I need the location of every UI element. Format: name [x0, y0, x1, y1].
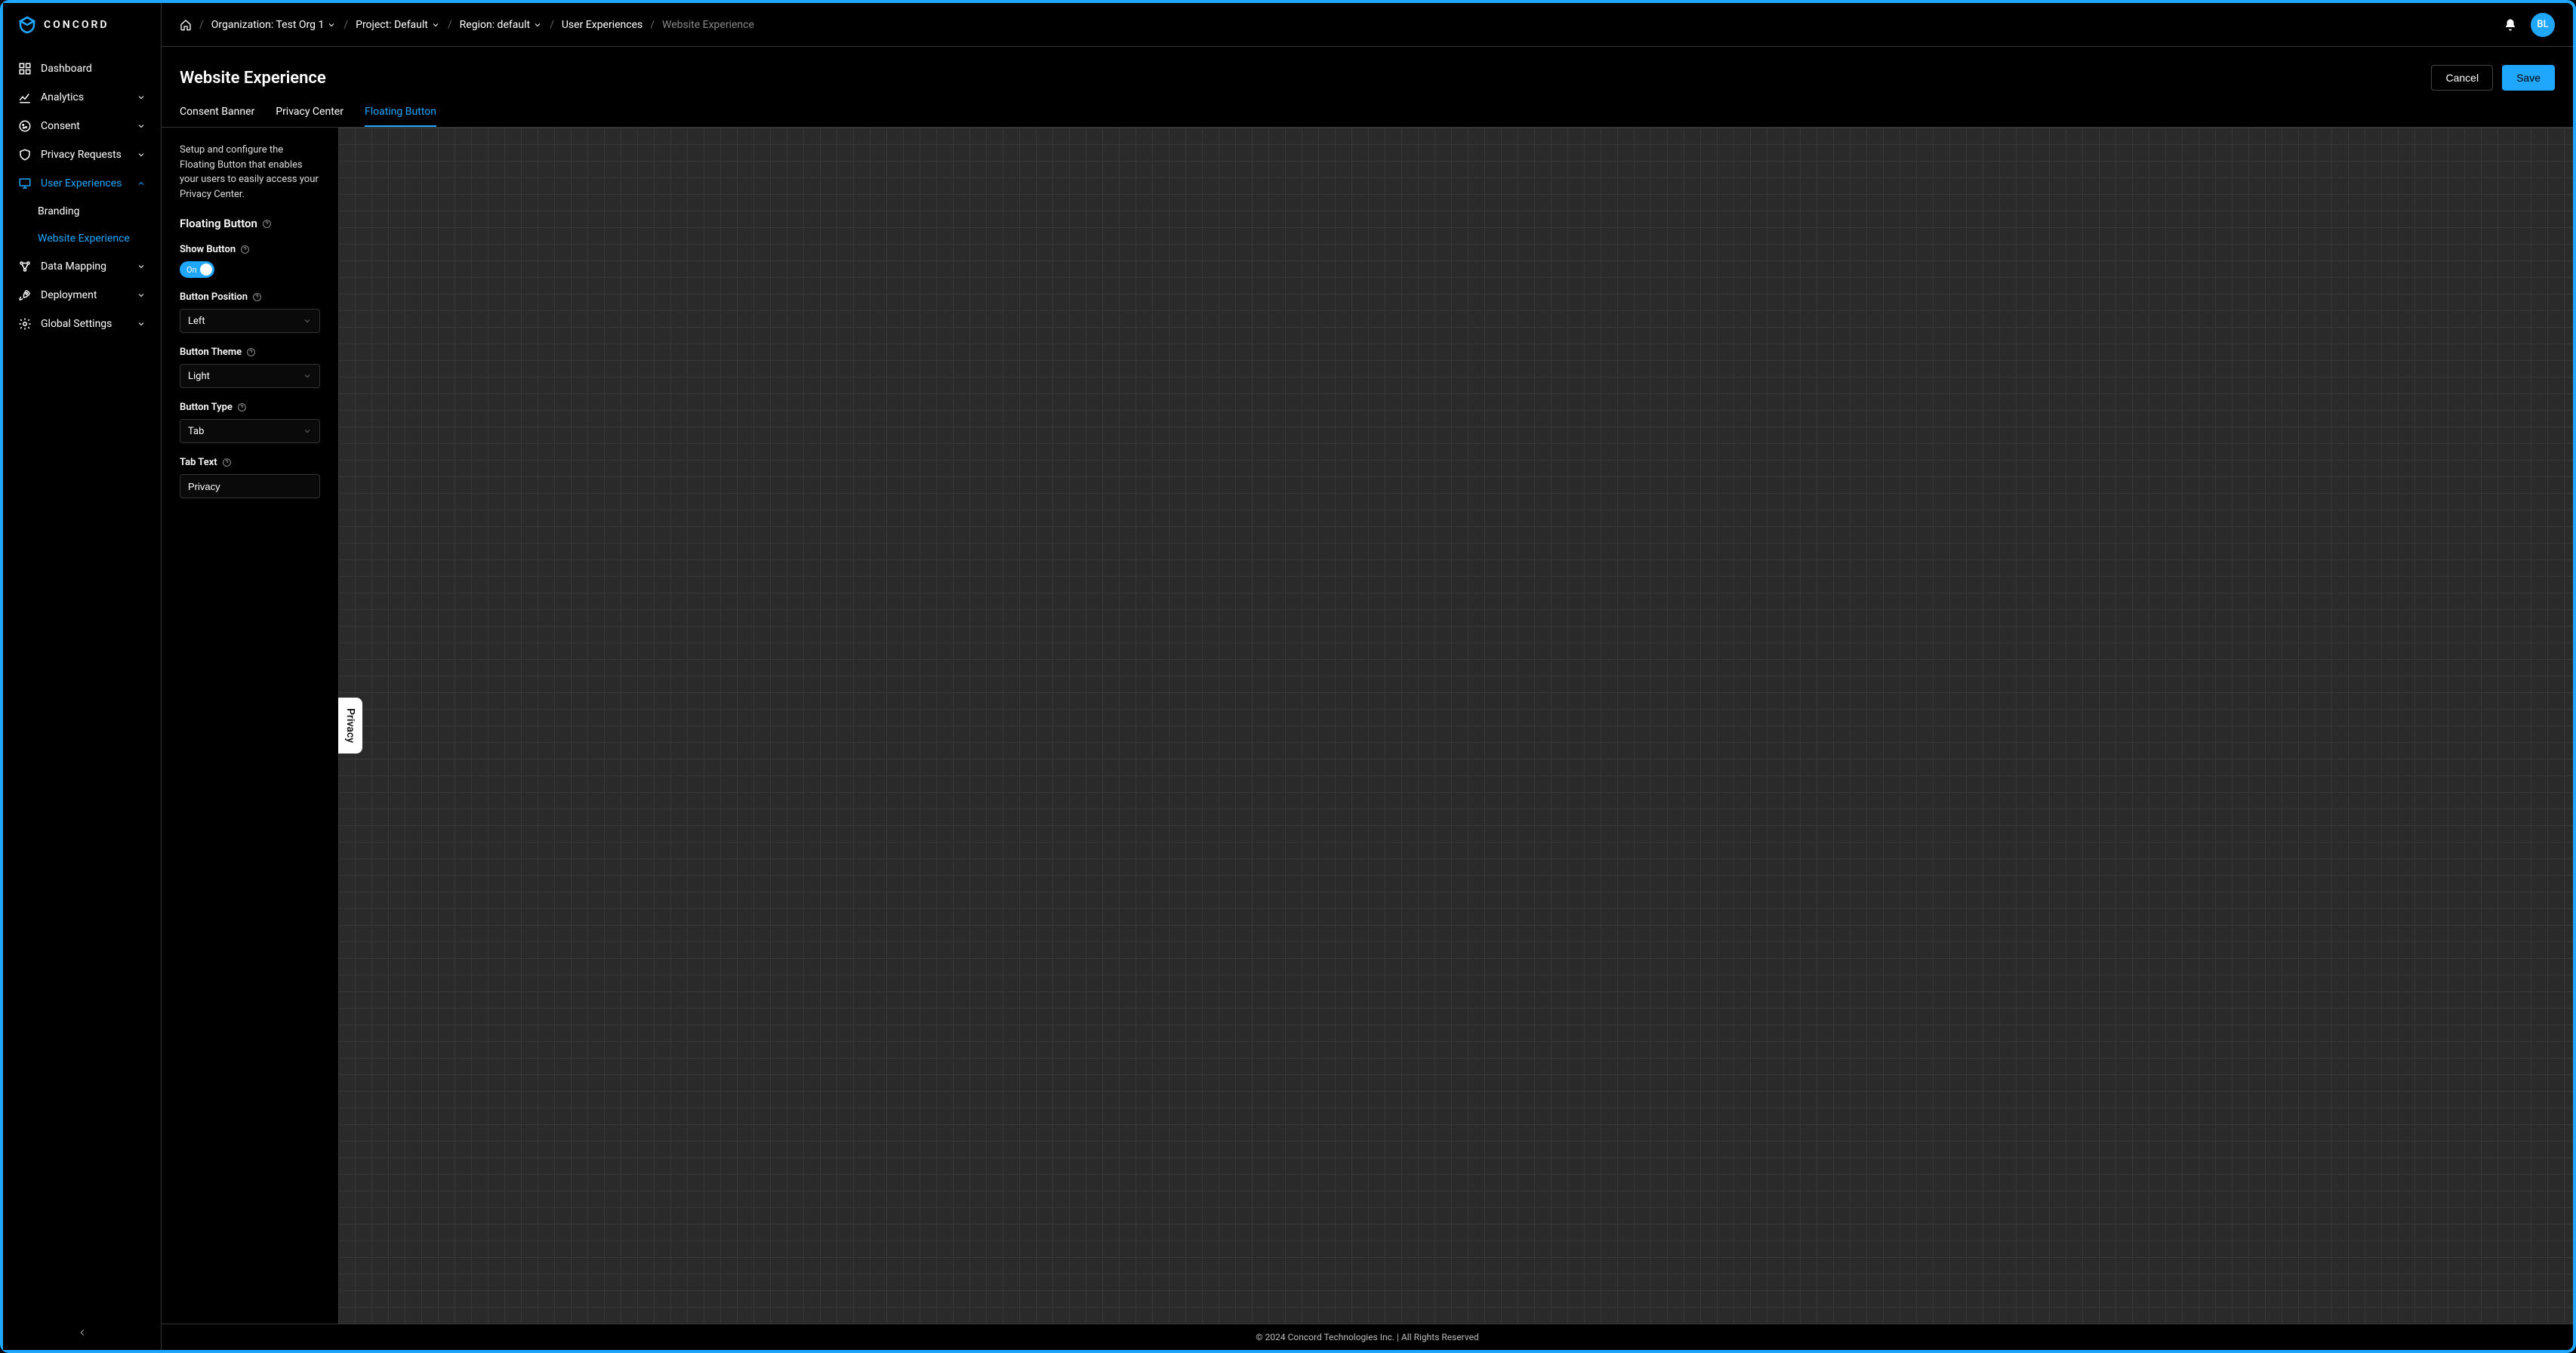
sidebar-item-deployment[interactable]: Deployment — [3, 281, 161, 310]
preview-canvas: Privacy — [338, 128, 2573, 1324]
sidebar-item-analytics[interactable]: Analytics — [3, 83, 161, 112]
floating-privacy-tab[interactable]: Privacy — [338, 698, 362, 754]
breadcrumb-region[interactable]: Region: default — [460, 19, 542, 31]
breadcrumb: / Organization: Test Org 1 / Project: De… — [180, 19, 2504, 31]
sidebar-collapse-button[interactable] — [3, 1318, 161, 1350]
chevron-down-icon — [137, 93, 146, 102]
show-button-toggle[interactable]: On — [180, 261, 214, 278]
page-title: Website Experience — [180, 69, 326, 88]
topbar: / Organization: Test Org 1 / Project: De… — [162, 3, 2573, 47]
sidebar-item-consent[interactable]: Consent — [3, 112, 161, 140]
sidebar-item-label: Consent — [41, 120, 80, 132]
user-avatar[interactable]: BL — [2531, 13, 2555, 37]
cookie-icon — [18, 119, 32, 133]
button-theme-label: Button Theme — [180, 347, 320, 358]
help-icon[interactable] — [246, 347, 256, 357]
config-description: Setup and configure the Floating Button … — [180, 143, 320, 202]
logo-text: CONCORD — [44, 19, 109, 31]
gear-icon — [18, 317, 32, 331]
tab-text-input[interactable] — [180, 474, 320, 498]
breadcrumb-section[interactable]: User Experiences — [562, 19, 642, 31]
help-icon[interactable] — [237, 402, 247, 412]
shield-icon — [18, 148, 32, 162]
breadcrumb-home[interactable] — [180, 19, 192, 31]
show-button-label: Show Button — [180, 244, 320, 255]
chevron-down-icon — [303, 316, 312, 325]
sidebar-subitem-website-experience[interactable]: Website Experience — [38, 225, 161, 252]
tab-text-label: Tab Text — [180, 457, 320, 468]
button-type-label: Button Type — [180, 402, 320, 413]
sidebar-item-label: Dashboard — [41, 63, 92, 75]
footer: © 2024 Concord Technologies Inc. | All R… — [162, 1324, 2573, 1350]
sidebar-subitem-branding[interactable]: Branding — [38, 198, 161, 225]
tab-consent-banner[interactable]: Consent Banner — [180, 106, 254, 127]
button-theme-select[interactable]: Light — [180, 364, 320, 388]
breadcrumb-org[interactable]: Organization: Test Org 1 — [211, 19, 337, 31]
tab-floating-button[interactable]: Floating Button — [365, 106, 436, 127]
chevron-down-icon — [137, 262, 146, 271]
logo[interactable]: CONCORD — [3, 3, 161, 47]
sidebar-item-user-experiences[interactable]: User Experiences — [3, 169, 161, 198]
button-position-label: Button Position — [180, 291, 320, 303]
chart-icon — [18, 91, 32, 104]
sidebar-item-label: Global Settings — [41, 318, 112, 330]
chevron-down-icon — [137, 122, 146, 131]
chevron-down-icon — [303, 371, 312, 381]
sidebar-item-privacy-requests[interactable]: Privacy Requests — [3, 140, 161, 169]
sidebar-item-label: Data Mapping — [41, 260, 106, 273]
sidebar-item-label: Analytics — [41, 91, 84, 103]
dashboard-icon — [18, 62, 32, 76]
breadcrumb-page: Website Experience — [662, 19, 754, 31]
sidebar-item-label: User Experiences — [41, 177, 122, 190]
save-button[interactable]: Save — [2502, 65, 2555, 91]
chevron-down-icon — [303, 427, 312, 436]
page-header: Website Experience Cancel Save — [162, 47, 2573, 91]
sidebar-item-global-settings[interactable]: Global Settings — [3, 310, 161, 338]
chevron-down-icon — [137, 150, 146, 159]
button-position-select[interactable]: Left — [180, 309, 320, 333]
notifications-icon[interactable] — [2504, 18, 2517, 32]
sidebar-item-label: Deployment — [41, 289, 97, 301]
breadcrumb-project[interactable]: Project: Default — [356, 19, 440, 31]
main: / Organization: Test Org 1 / Project: De… — [162, 3, 2573, 1350]
chevron-down-icon — [137, 291, 146, 300]
nav: Dashboard Analytics Consent Privacy Requ… — [3, 47, 161, 1318]
tab-privacy-center[interactable]: Privacy Center — [276, 106, 344, 127]
button-type-select[interactable]: Tab — [180, 419, 320, 443]
sidebar-item-dashboard[interactable]: Dashboard — [3, 54, 161, 83]
rocket-icon — [18, 288, 32, 302]
help-icon[interactable] — [252, 292, 262, 302]
sidebar: CONCORD Dashboard Analytics Consent Priv… — [3, 3, 162, 1350]
help-icon[interactable] — [240, 245, 250, 254]
toggle-knob — [200, 264, 212, 276]
cancel-button[interactable]: Cancel — [2431, 65, 2493, 91]
section-title: Floating Button — [180, 217, 320, 230]
config-panel: Setup and configure the Floating Button … — [162, 128, 338, 1324]
help-icon[interactable] — [222, 458, 232, 467]
sidebar-item-label: Privacy Requests — [41, 149, 122, 161]
mapping-icon — [18, 260, 32, 273]
logo-icon — [18, 16, 36, 34]
tabs: Consent Banner Privacy Center Floating B… — [162, 91, 2573, 128]
sidebar-item-data-mapping[interactable]: Data Mapping — [3, 252, 161, 281]
chevron-down-icon — [137, 319, 146, 328]
chevron-up-icon — [137, 179, 146, 188]
monitor-icon — [18, 177, 32, 190]
sidebar-submenu: Branding Website Experience — [3, 198, 161, 252]
help-icon[interactable] — [262, 219, 272, 229]
